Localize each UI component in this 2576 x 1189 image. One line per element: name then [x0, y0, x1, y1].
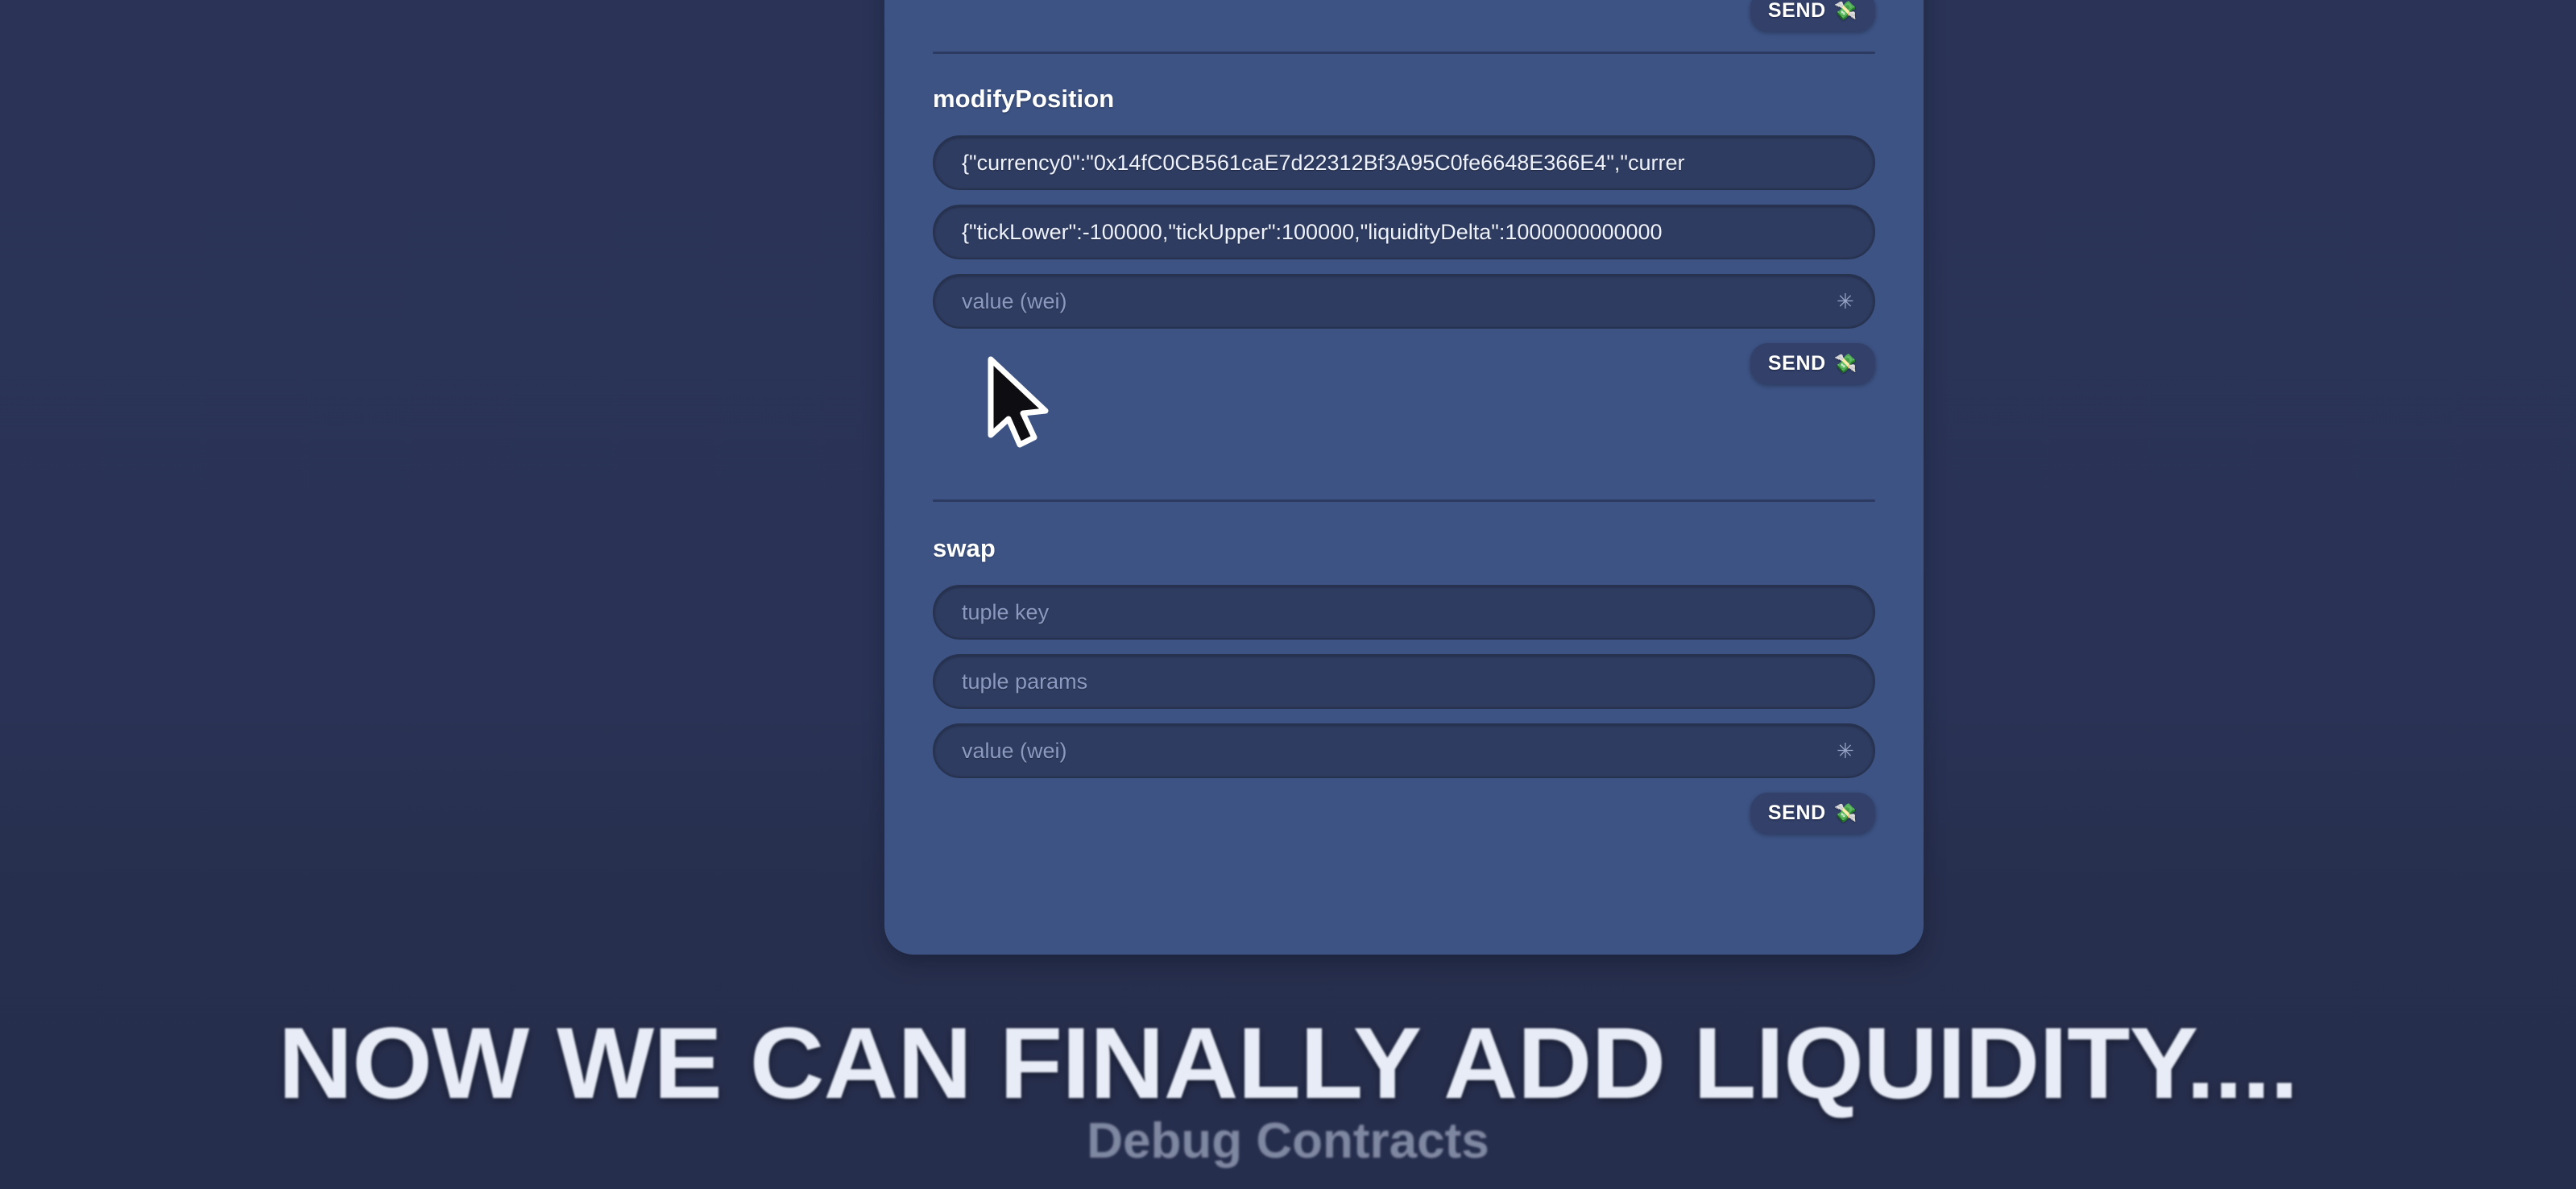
caption-overlay-zone: Debug Contracts NOW WE CAN FINALLY ADD L… [0, 955, 2576, 1189]
input-swap-key[interactable]: tuple key [933, 585, 1875, 640]
debug-contracts-panel: SEND 💸 modifyPosition {"currency0":"0x14… [884, 0, 1924, 955]
divider-above-modify-position [933, 52, 1875, 54]
send-button-swap[interactable]: SEND 💸 [1750, 793, 1875, 834]
section-title-modify-position: modifyPosition [933, 85, 1115, 113]
input-modify-position-value-wei[interactable]: value (wei) ✳ [933, 274, 1875, 329]
input-swap-params-placeholder: tuple params [962, 669, 1088, 694]
money-with-wings-icon: 💸 [1833, 802, 1857, 823]
input-modify-position-params-value: {"tickLower":-100000,"tickUpper":100000,… [962, 219, 1663, 244]
input-swap-params[interactable]: tuple params [933, 654, 1875, 709]
section-top-partial: SEND 💸 [884, 0, 1924, 31]
screen-root: SEND 💸 modifyPosition {"currency0":"0x14… [0, 0, 2576, 1189]
send-row-top: SEND 💸 [884, 0, 1924, 31]
send-button-top-label: SEND [1767, 0, 1826, 22]
send-button-modify-position[interactable]: SEND 💸 [1750, 343, 1875, 384]
money-with-wings-icon: 💸 [1833, 353, 1857, 374]
input-modify-position-value-wei-placeholder: value (wei) [962, 288, 1067, 313]
video-caption-text: NOW WE CAN FINALLY ADD LIQUIDITY.... [278, 1006, 2299, 1120]
section-modify-position: modifyPosition {"currency0":"0x14fC0CB56… [884, 85, 1924, 384]
send-button-swap-label: SEND [1767, 802, 1826, 824]
section-swap: swap tuple key tuple params value (wei) … [884, 534, 1924, 834]
input-modify-position-params[interactable]: {"tickLower":-100000,"tickUpper":100000,… [933, 205, 1875, 259]
input-modify-position-key[interactable]: {"currency0":"0x14fC0CB561caE7d22312Bf3A… [933, 135, 1875, 190]
asterisk-icon-swap[interactable]: ✳ [1837, 740, 1854, 761]
send-button-top[interactable]: SEND 💸 [1750, 0, 1875, 31]
send-button-modify-position-label: SEND [1767, 352, 1826, 375]
asterisk-icon-modify-position[interactable]: ✳ [1837, 291, 1854, 312]
input-swap-key-placeholder: tuple key [962, 599, 1050, 624]
money-with-wings-icon: 💸 [1833, 0, 1857, 21]
divider-above-swap [933, 499, 1875, 502]
input-modify-position-key-value: {"currency0":"0x14fC0CB561caE7d22312Bf3A… [962, 150, 1685, 175]
input-swap-value-wei[interactable]: value (wei) ✳ [933, 723, 1875, 778]
input-swap-value-wei-placeholder: value (wei) [962, 738, 1067, 763]
section-title-swap: swap [933, 534, 996, 562]
send-row-swap: SEND 💸 [884, 793, 1924, 834]
send-row-modify-position: SEND 💸 [884, 343, 1924, 384]
